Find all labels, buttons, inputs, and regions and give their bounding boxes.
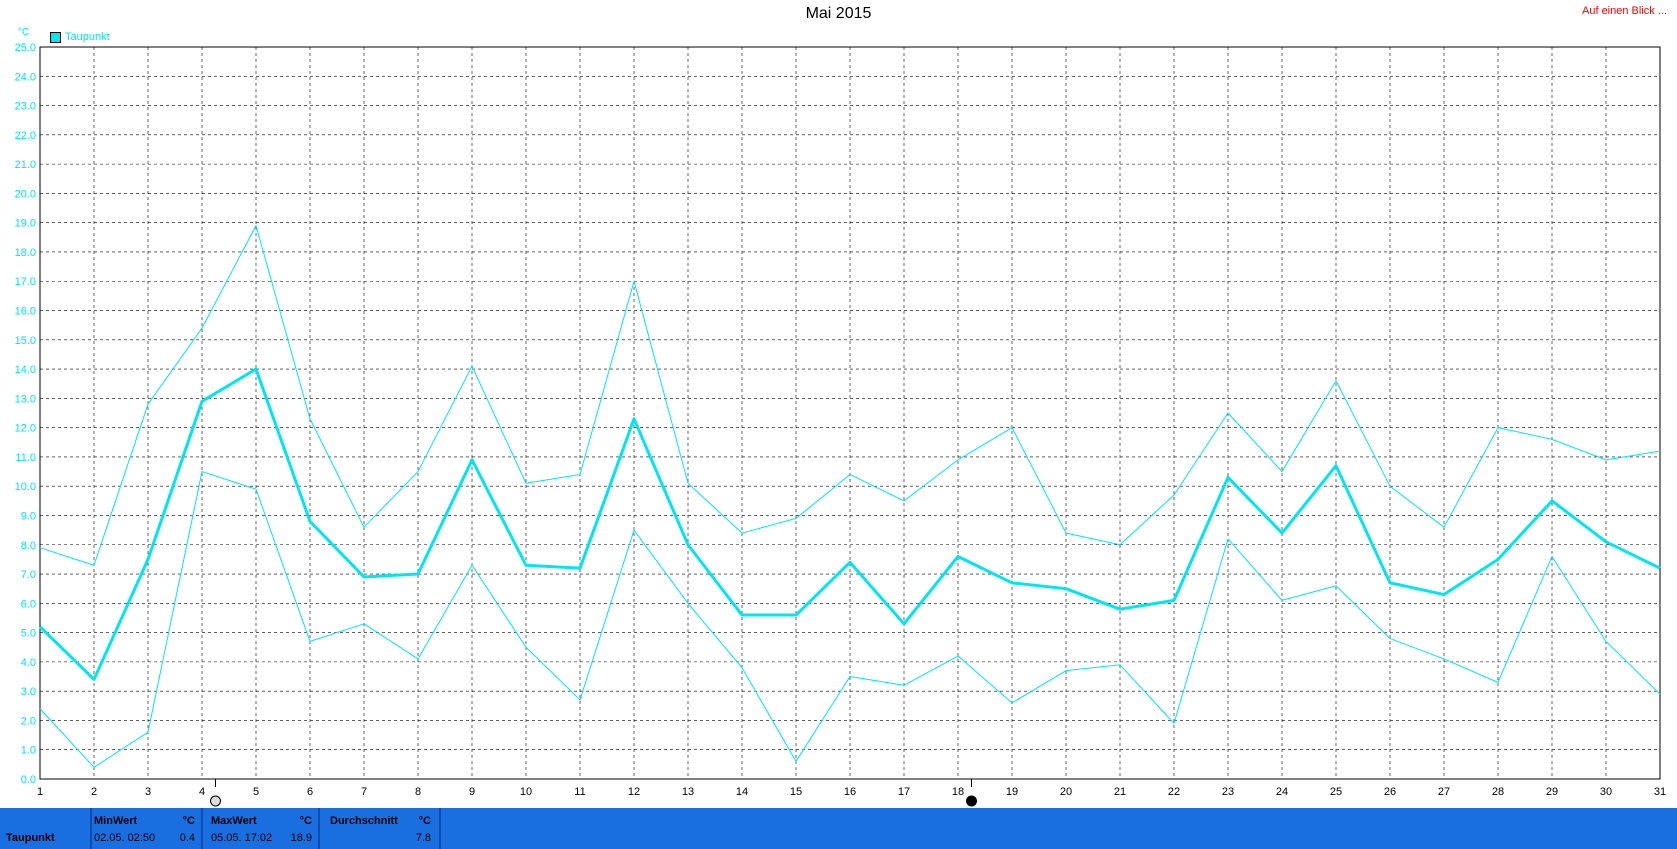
y-tick-label: 16.0 [15,306,36,318]
y-tick-label: 17.0 [15,276,36,288]
x-tick-label: 20 [1060,786,1072,798]
x-axis-ticks: 1 2 3 4 5 6 7 8 9 10 11 12 13 14 15 16 17 18 19 20 21 22 23 24 2… [37,786,1666,798]
x-tick-label: 21 [1114,786,1126,798]
summary-bar: Taupunkt MinWert °C 02.05. 02:50 0.4 Max… [0,808,1677,849]
chart-title: Mai 2015 [805,5,872,22]
x-tick-label: 24 [1276,786,1288,798]
glance-link[interactable]: Auf einen Blick ... [1582,5,1667,17]
x-tick-label: 2 [91,786,97,798]
grid [39,46,1661,780]
x-tick-label: 12 [628,786,640,798]
y-tick-label: 7.0 [21,569,36,581]
y-tick-label: 6.0 [21,598,36,610]
y-tick-label: 8.0 [21,540,36,552]
min-unit: °C [182,815,195,827]
x-tick-label: 28 [1492,786,1504,798]
y-tick-label: 13.0 [15,393,36,405]
x-tick-label: 18 [952,786,964,798]
y-tick-label: 10.0 [15,481,36,493]
x-tick-label: 26 [1384,786,1396,798]
max-label: MaxWert [211,815,257,827]
x-tick-label: 3 [145,786,151,798]
x-tick-label: 6 [307,786,313,798]
x-tick-label: 15 [790,786,802,798]
y-tick-label: 14.0 [15,364,36,376]
y-tick-label: 1.0 [21,745,36,757]
min-value: 0.4 [179,832,195,844]
dewpoint-chart: 0.01.02.03.04.05.06.07.08.09.010.011.012… [15,42,1666,807]
x-tick-label: 31 [1654,786,1666,798]
x-tick-label: 30 [1600,786,1612,798]
y-tick-label: 20.0 [15,188,36,200]
summary-min-cell: MinWert °C 02.05. 02:50 0.4 [92,808,203,849]
min-time: 02.05. 02:50 [94,832,156,844]
x-tick-label: 22 [1168,786,1180,798]
x-tick-label: 17 [898,786,910,798]
markers [210,779,977,807]
y-tick-label: 9.0 [21,510,36,522]
y-tick-label: 18.0 [15,247,36,259]
x-tick-label: 13 [682,786,694,798]
x-tick-label: 10 [520,786,532,798]
y-axis-unit: °C [18,27,30,38]
max-unit: °C [299,815,312,827]
x-tick-label: 8 [415,786,421,798]
y-tick-label: 4.0 [21,657,36,669]
legend-label: Taupunkt [65,31,110,43]
max-time: 05.05. 17:02 [211,832,273,844]
marker-filled [966,795,977,807]
legend: Taupunkt [50,31,110,43]
min-label: MinWert [94,815,138,827]
y-tick-label: 12.0 [15,423,36,435]
y-tick-label: 25.0 [15,42,36,54]
summary-row-label: Taupunkt [6,832,55,844]
x-tick-label: 9 [469,786,475,798]
x-tick-label: 29 [1546,786,1558,798]
x-tick-label: 19 [1006,786,1018,798]
summary-row-label-cell: Taupunkt [0,808,92,849]
avg-value: 7.8 [415,832,431,844]
y-tick-label: 24.0 [15,71,36,83]
x-tick-label: 14 [736,786,748,798]
x-tick-label: 25 [1330,786,1342,798]
summary-avg-cell: Durchschnitt °C 7.8 [322,808,441,849]
x-tick-label: 1 [37,786,43,798]
summary-max-cell: MaxWert °C 05.05. 17:02 18.9 [205,808,320,849]
y-tick-label: 19.0 [15,218,36,230]
y-tick-label: 2.0 [21,715,36,727]
marker-open [210,795,221,807]
max-value: 18.9 [290,832,312,844]
x-tick-label: 11 [574,786,585,798]
y-axis-ticks: 0.0 1.0 2.0 3.0 4.0 5.0 6.0 7.0 8.0 9.0 10.0 11.0 12… [15,42,36,786]
x-tick-label: 7 [361,786,367,798]
y-tick-label: 3.0 [21,686,36,698]
y-tick-label: 23.0 [15,101,36,113]
y-tick-label: 21.0 [15,159,36,171]
avg-unit: °C [418,815,431,827]
x-tick-label: 5 [253,786,259,798]
y-tick-label: 11.0 [15,452,36,464]
x-tick-label: 27 [1438,786,1450,798]
y-tick-label: 15.0 [15,335,36,347]
legend-swatch [50,31,61,43]
x-tick-label: 23 [1222,786,1234,798]
y-tick-label: 22.0 [15,130,36,142]
avg-label: Durchschnitt [330,815,398,827]
y-tick-label: 0.0 [21,774,36,786]
x-tick-label: 16 [844,786,856,798]
x-tick-label: 4 [199,786,205,798]
y-tick-label: 5.0 [21,628,36,640]
